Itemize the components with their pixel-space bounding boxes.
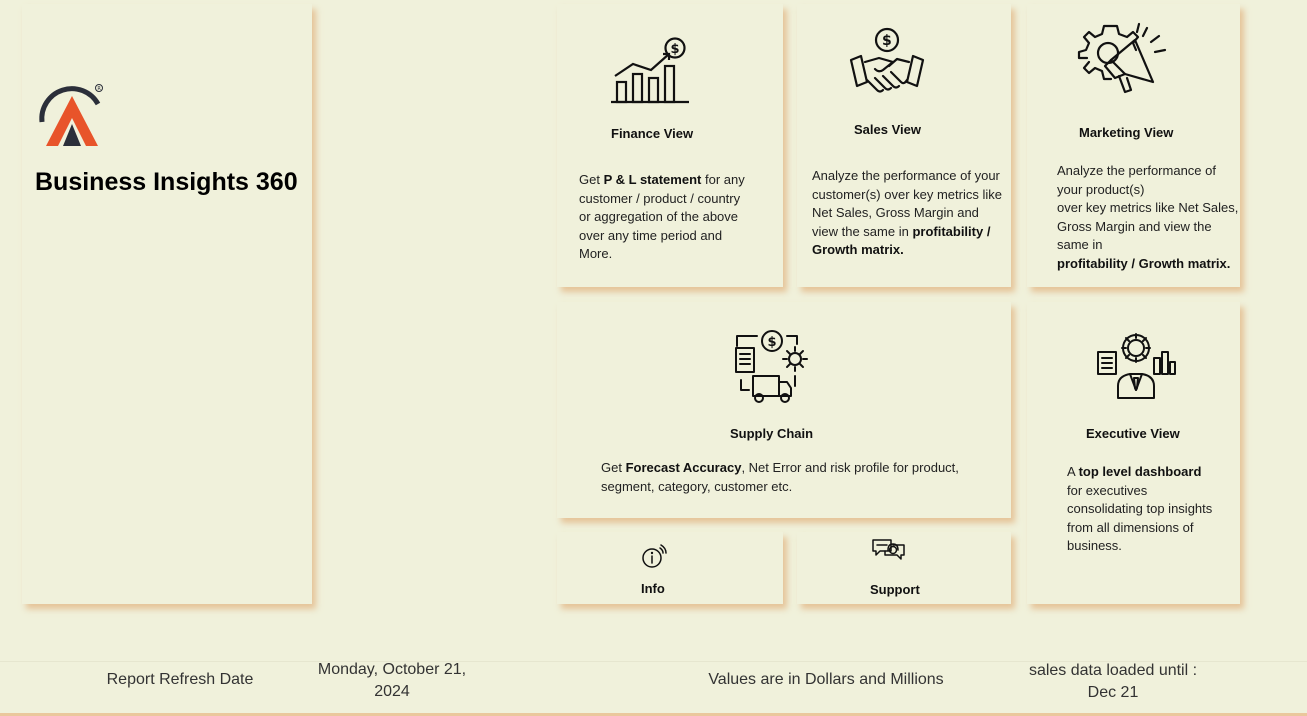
supply-chain-title: Supply Chain [730,426,814,441]
refresh-date-line1: Monday, October 21, [317,661,467,678]
support-chat-icon [871,537,905,567]
marketing-text-line1: Analyze the performance of your product(… [1057,163,1216,197]
finance-text-pre: Get [579,172,604,187]
svg-text:$: $ [768,335,777,350]
info-button[interactable]: Info [557,532,783,604]
finance-view-description: Get P & L statement for any customer / p… [579,171,749,264]
title-panel: R Business Insights 360 [22,4,312,604]
loaded-line2: Dec 21 [1087,684,1139,701]
supply-chain-description: Get Forecast Accuracy, Net Error and ris… [601,459,1001,496]
marketing-text-bold: profitability / Growth matrix. [1057,255,1231,271]
executive-text-pre: A [1067,464,1079,479]
marketing-view-description: Analyze the performance of your product(… [1057,162,1239,289]
executive-view-description: A top level dashboard for executives con… [1067,463,1217,556]
supply-chain-text-bold: Forecast Accuracy [625,460,742,475]
executive-view-title: Executive View [1086,426,1180,441]
svg-text:$: $ [671,42,680,57]
executive-text-post: for executives consolidating top insight… [1067,482,1213,554]
sales-view-description: Analyze the performance of your customer… [812,167,1008,260]
info-label: Info [641,581,665,596]
sales-data-loaded: sales data loaded until : Dec 21 [1008,660,1218,704]
finance-chart-dollar-icon: $ [609,36,691,106]
marketing-view-title: Marketing View [1079,125,1174,140]
marketing-text-line2: over key metrics like Net Sales, Gross M… [1057,200,1239,252]
supply-chain-card[interactable]: $ Supply Chain Get Forecast Accuracy, Ne… [557,302,1011,518]
executive-text-bold: top level dashboard [1078,464,1202,479]
finance-view-card[interactable]: $ Finance View Get P & L statement for a… [557,4,783,287]
finance-view-title: Finance View [611,126,694,141]
report-refresh-date: Monday, October 21, 2024 [292,659,492,703]
svg-text:R: R [97,86,101,92]
footer-bar: Report Refresh Date Monday, October 21, … [0,661,1307,716]
support-button[interactable]: Support [797,532,1011,604]
handshake-dollar-icon: $ [847,26,927,104]
sales-view-card[interactable]: $ Sales View Analyze the performance of … [797,4,1011,287]
executive-view-card[interactable]: Executive View A top level dashboard for… [1027,302,1240,604]
page-title: Business Insights 360 [35,168,298,196]
supply-chain-text-pre: Get [601,460,626,475]
svg-text:$: $ [882,33,892,49]
supply-chain-icon: $ [733,328,811,404]
marketing-view-card[interactable]: Marketing View Analyze the performance o… [1027,4,1240,287]
info-icon [641,544,667,570]
refresh-date-line2: 2024 [374,683,410,700]
gear-megaphone-icon [1075,18,1171,102]
support-label: Support [870,582,920,597]
sales-view-title: Sales View [854,122,921,137]
loaded-line1: sales data loaded until : [1028,662,1198,679]
executive-dashboard-icon [1096,330,1176,402]
values-unit-note: Values are in Dollars and Millions [708,671,944,688]
atliq-logo-icon: R [36,80,108,152]
report-refresh-label: Report Refresh Date [106,671,254,688]
finance-text-bold: P & L statement [603,172,702,187]
